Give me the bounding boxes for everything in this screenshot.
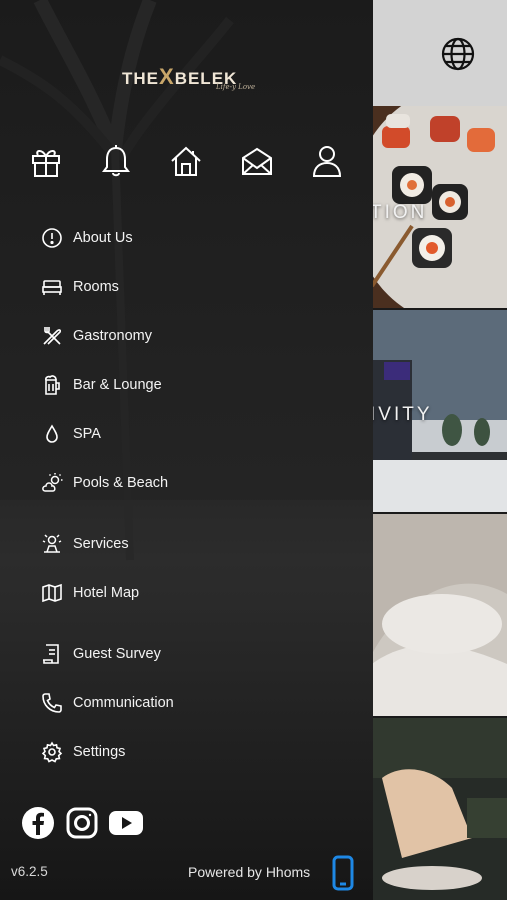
menu-item-gastronomy[interactable]: Gastronomy: [40, 321, 340, 351]
menu-item-label: Services: [73, 536, 129, 552]
mobile-phone-icon: [331, 855, 355, 891]
phone-call-icon: [40, 691, 64, 715]
info-icon: [40, 226, 64, 250]
menu-item-guest-survey[interactable]: Guest Survey: [40, 639, 340, 669]
logo-brand-left: THE: [122, 69, 159, 88]
bell-icon[interactable]: [97, 142, 135, 180]
utensils-icon: [40, 324, 64, 348]
category-tile-activity[interactable]: IVITY: [372, 310, 507, 512]
menu-item-label: Communication: [73, 695, 174, 711]
category-tile-restaurant[interactable]: [372, 718, 507, 900]
instagram-icon[interactable]: [65, 806, 99, 840]
survey-icon: [40, 642, 64, 666]
menu-item-bar-lounge[interactable]: Bar & Lounge: [40, 370, 340, 400]
menu-item-label: Settings: [73, 744, 126, 760]
home-icon[interactable]: [167, 142, 205, 180]
menu-item-spa[interactable]: SPA: [40, 419, 340, 449]
menu-item-settings[interactable]: Settings: [40, 737, 340, 767]
menu-item-label: Gastronomy: [73, 328, 152, 344]
logo-tagline: Life-y Love: [216, 83, 256, 91]
youtube-icon[interactable]: [108, 806, 144, 840]
menu-item-rooms[interactable]: Rooms: [40, 272, 340, 302]
menu-item-label: SPA: [73, 426, 101, 442]
services-icon: [40, 532, 64, 556]
user-icon[interactable]: [308, 142, 346, 180]
map-icon: [40, 581, 64, 605]
language-globe-icon[interactable]: [440, 36, 476, 72]
water-drop-icon: [40, 422, 64, 446]
menu-item-communication[interactable]: Communication: [40, 688, 340, 718]
category-tile-spa[interactable]: [372, 514, 507, 716]
app-version: v6.2.5: [11, 864, 48, 879]
menu-item-pools-beach[interactable]: Pools & Beach: [40, 468, 340, 498]
logo-brand-x: X: [159, 64, 175, 89]
menu-item-label: Rooms: [73, 279, 119, 295]
navigation-drawer: THEXBELEK Life-y Love About Us Rooms Gas…: [0, 0, 373, 900]
tile-label: IVITY: [372, 404, 433, 425]
category-tile-dining[interactable]: TION: [372, 106, 507, 308]
menu-item-label: Pools & Beach: [73, 475, 169, 491]
hotel-logo: THEXBELEK Life-y Love: [118, 60, 258, 100]
tile-label: TION: [372, 202, 428, 223]
menu-item-services[interactable]: Services: [40, 529, 340, 559]
facebook-icon[interactable]: [21, 806, 55, 840]
sun-cloud-icon: [40, 471, 64, 495]
bed-icon: [40, 275, 64, 299]
beer-icon: [40, 373, 64, 397]
menu-item-about-us[interactable]: About Us: [40, 223, 340, 253]
powered-by-text: Powered by Hhoms: [188, 864, 311, 880]
gift-icon[interactable]: [27, 142, 65, 180]
mail-icon[interactable]: [238, 142, 276, 180]
menu-item-hotel-map[interactable]: Hotel Map: [40, 578, 340, 608]
menu-item-label: About Us: [73, 230, 133, 246]
menu-item-label: Guest Survey: [73, 646, 161, 662]
menu-item-label: Bar & Lounge: [73, 377, 162, 393]
menu-item-label: Hotel Map: [73, 585, 140, 601]
gear-icon: [40, 740, 64, 764]
